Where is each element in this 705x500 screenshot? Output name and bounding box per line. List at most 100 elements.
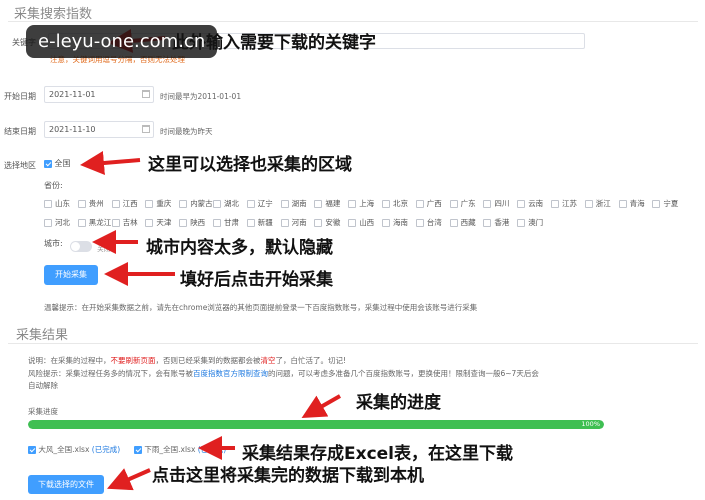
annotation-start: 填好后点击开始采集 xyxy=(180,270,333,290)
province-checkbox[interactable]: 北京 xyxy=(382,198,408,209)
province-checkbox[interactable]: 贵州 xyxy=(77,198,104,209)
province-checkbox[interactable]: 重庆 xyxy=(145,198,171,209)
province-label: 甘肃 xyxy=(224,218,239,227)
checkbox-icon xyxy=(348,219,357,227)
notice-warning: 不要刷新页面 xyxy=(110,356,156,365)
province-checkbox[interactable]: 江苏 xyxy=(551,198,577,209)
province-label: 安徽 xyxy=(325,218,341,227)
province-label: 上海 xyxy=(359,199,375,208)
province-checkbox[interactable]: 天津 xyxy=(145,217,171,228)
arrow-icon xyxy=(107,468,151,491)
login-tip: 温馨提示：在开始采集数据之前，请先在chrome浏览器的其他页面提前登录一下百度… xyxy=(44,303,478,312)
province-checkbox[interactable]: 青海 xyxy=(618,198,645,209)
province-label: 天津 xyxy=(156,218,172,227)
province-checkbox[interactable]: 上海 xyxy=(348,198,374,209)
province-checkbox[interactable]: 内蒙古 xyxy=(179,198,213,209)
section-title-search: 采集搜索指数 xyxy=(14,7,93,22)
province-checkbox[interactable]: 新疆 xyxy=(246,217,273,228)
province-checkbox[interactable]: 广西 xyxy=(415,198,442,209)
notice-link[interactable]: 百度指数官方限制查询 xyxy=(193,369,268,378)
province-label: 内蒙古 xyxy=(190,199,213,208)
province-label: 新疆 xyxy=(257,218,273,227)
province-checkbox[interactable]: 香港 xyxy=(483,217,509,228)
province-checkbox[interactable]: 云南 xyxy=(517,198,543,209)
nationwide-checkbox[interactable]: 全国 xyxy=(44,158,71,169)
province-label: 福建 xyxy=(325,199,341,208)
checkbox-icon xyxy=(314,200,323,208)
notice-text: 说明：在采集的过程中， xyxy=(28,356,111,365)
checkbox-icon xyxy=(551,200,559,208)
end-date-input[interactable]: 2021-11-10 xyxy=(44,121,154,138)
province-label: 西藏 xyxy=(460,218,476,227)
province-label: 海南 xyxy=(393,218,408,227)
file-name: 下雨_全国.xlsx xyxy=(144,445,196,454)
province-checkbox[interactable]: 福建 xyxy=(314,198,340,209)
checkbox-icon xyxy=(44,219,52,227)
progress-bar: 100% xyxy=(28,420,604,429)
end-date-label: 结束日期 xyxy=(4,127,36,136)
province-label: 辽宁 xyxy=(257,199,273,208)
checkbox-checked-icon xyxy=(44,159,52,168)
end-date-value: 2021-11-10 xyxy=(49,125,96,134)
notice-text: ，否则已经采集到的数据都会被 xyxy=(155,356,261,365)
province-checkbox[interactable]: 海南 xyxy=(382,217,408,228)
checkbox-icon xyxy=(517,219,526,227)
province-checkbox[interactable]: 安徽 xyxy=(314,217,340,228)
checkbox-checked-icon xyxy=(28,446,36,454)
province-checkbox[interactable]: 陕西 xyxy=(179,217,205,228)
notice-risk-line2: 自动解除 xyxy=(28,381,58,390)
checkbox-icon xyxy=(449,219,458,227)
province-label: 云南 xyxy=(528,199,544,208)
province-checkbox[interactable]: 山东 xyxy=(44,198,70,209)
province-checkbox[interactable]: 黑龙江 xyxy=(77,217,111,228)
province-checkbox[interactable]: 河南 xyxy=(280,217,307,228)
checkbox-icon xyxy=(584,200,593,208)
province-label: 江西 xyxy=(122,199,138,208)
province-checkbox[interactable]: 四川 xyxy=(483,198,509,209)
province-checkbox[interactable]: 西藏 xyxy=(449,217,476,228)
checkbox-icon xyxy=(280,200,289,208)
province-checkbox[interactable]: 山西 xyxy=(348,217,374,228)
checkbox-icon xyxy=(382,219,390,227)
checkbox-icon xyxy=(145,200,154,208)
file-item[interactable]: 大风_全国.xlsx (已完成) xyxy=(28,444,120,455)
section-title-result: 采集结果 xyxy=(16,328,69,343)
province-label: 广东 xyxy=(460,199,476,208)
province-checkbox[interactable]: 湖南 xyxy=(280,198,307,209)
province-label: 北京 xyxy=(393,199,408,208)
province-checkbox[interactable]: 台湾 xyxy=(415,217,442,228)
province-label: 陕西 xyxy=(190,218,206,227)
checkbox-icon xyxy=(382,200,390,208)
download-selected-button[interactable]: 下载选择的文件 xyxy=(28,475,104,494)
province-checkbox[interactable]: 吉林 xyxy=(111,217,138,228)
province-checkbox[interactable]: 澳门 xyxy=(517,217,543,228)
annotation-progress: 采集的进度 xyxy=(356,393,441,413)
checkbox-icon xyxy=(77,219,86,227)
province-checkbox[interactable]: 河北 xyxy=(44,217,70,228)
start-collect-button[interactable]: 开始采集 xyxy=(44,265,98,285)
province-checkbox[interactable]: 宁夏 xyxy=(652,198,678,209)
province-checkbox[interactable]: 江西 xyxy=(111,198,138,209)
checkbox-icon xyxy=(280,219,289,227)
watermark: e-leyu-one.com.cn xyxy=(26,25,218,58)
notice-refresh: 说明：在采集的过程中，不要刷新页面，否则已经采集到的数据都会被清空了，白忙活了。… xyxy=(28,355,346,366)
city-label: 城市: xyxy=(44,239,63,248)
file-item[interactable]: 下雨_全国.xlsx (已完成) xyxy=(134,444,226,455)
city-toggle-text: 关闭 xyxy=(97,245,111,253)
file-status: (已完成) xyxy=(91,445,121,454)
province-label: 四川 xyxy=(494,199,510,208)
province-checkbox[interactable]: 广东 xyxy=(449,198,476,209)
city-toggle[interactable]: 关闭 xyxy=(70,236,110,255)
end-date-hint: 时间最晚为昨天 xyxy=(160,127,213,136)
notice-text: 了，白忙活了。切记! xyxy=(275,356,347,365)
start-date-input[interactable]: 2021-11-01 xyxy=(44,86,154,103)
checkbox-icon xyxy=(652,200,661,208)
checkbox-icon xyxy=(517,200,526,208)
province-checkbox[interactable]: 辽宁 xyxy=(246,198,273,209)
province-checkbox[interactable]: 湖北 xyxy=(213,198,239,209)
province-checkbox[interactable]: 浙江 xyxy=(584,198,611,209)
province-checkbox[interactable]: 甘肃 xyxy=(213,217,239,228)
progress-percent: 100% xyxy=(581,420,600,428)
checkbox-icon xyxy=(483,219,492,227)
notice-risk: 风险提示：采集过程任务多的情况下，会有账号被百度指数官方限制查询的问题，可以考虑… xyxy=(28,368,539,379)
